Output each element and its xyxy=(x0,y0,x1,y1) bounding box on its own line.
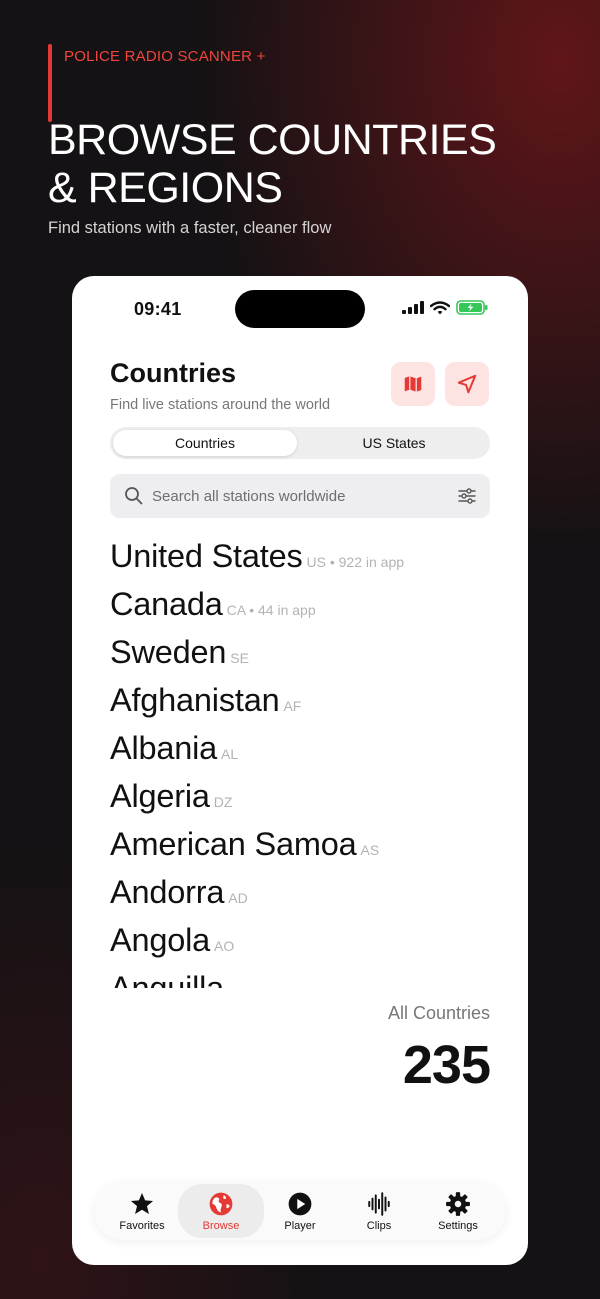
map-view-button[interactable] xyxy=(391,362,435,406)
total-count: 235 xyxy=(402,1035,491,1095)
country-meta: SE xyxy=(230,650,249,666)
country-meta: AD xyxy=(228,890,248,906)
page-title: Countries xyxy=(110,358,237,388)
country-name: Canada xyxy=(110,586,223,622)
waveform-icon xyxy=(368,1191,390,1216)
country-meta: AL xyxy=(221,746,239,762)
search-bar xyxy=(110,474,490,518)
country-row[interactable]: Afghanistan AF xyxy=(110,682,301,730)
tab-player[interactable]: Player xyxy=(260,1182,340,1240)
accent-bar xyxy=(48,44,52,122)
tab-label: Clips xyxy=(366,1219,392,1232)
country-list: United States US • 922 in app Canada CA • … xyxy=(110,538,510,988)
tab-favorites[interactable]: Favorites xyxy=(102,1182,182,1240)
dynamic-island xyxy=(235,290,365,328)
segment-countries[interactable]: Countries xyxy=(113,430,297,456)
signal-icon xyxy=(402,301,424,314)
status-icons xyxy=(402,300,488,315)
country-meta: AF xyxy=(283,698,302,714)
play-icon xyxy=(288,1192,312,1215)
search-input[interactable] xyxy=(152,474,442,518)
tab-settings[interactable]: Settings xyxy=(418,1182,498,1240)
country-meta: CA • 44 in app xyxy=(226,602,316,618)
country-meta: US • 922 in app xyxy=(306,554,405,570)
country-name: Andorra xyxy=(110,874,225,910)
map-icon xyxy=(404,376,422,392)
tab-label: Browse xyxy=(202,1219,240,1232)
globe-icon xyxy=(209,1192,233,1215)
country-row[interactable]: Sweden SE xyxy=(110,634,249,682)
battery-icon xyxy=(456,300,488,315)
country-row[interactable]: Algeria DZ xyxy=(110,778,232,826)
country-name: United States xyxy=(110,538,303,574)
tab-browse[interactable]: Browse xyxy=(178,1184,264,1238)
tab-label: Favorites xyxy=(119,1219,165,1232)
wifi-icon xyxy=(430,300,450,314)
segmented-control: Countries US States xyxy=(110,427,490,459)
phone-screen: 09:41 Countries Find live stations aroun… xyxy=(72,276,528,1265)
filter-sliders-icon[interactable] xyxy=(458,487,476,505)
tab-bar: Favorites Browse Player Clips Settings xyxy=(94,1182,506,1240)
country-row[interactable]: Angola AO xyxy=(110,922,234,970)
page-header: Countries Find live stations around the … xyxy=(110,358,330,413)
segment-us-states[interactable]: US States xyxy=(302,430,486,456)
app-name: POLICE RADIO SCANNER + xyxy=(64,48,266,65)
country-row[interactable]: Andorra AD xyxy=(110,874,248,922)
promo-subline: Find stations with a faster, cleaner flo… xyxy=(48,219,332,237)
country-row[interactable]: American Samoa AS xyxy=(110,826,379,874)
gear-icon xyxy=(446,1191,470,1216)
country-meta: AO xyxy=(214,938,235,954)
status-bar: 09:41 xyxy=(72,276,528,340)
country-name: American Samoa xyxy=(110,826,357,862)
search-icon xyxy=(125,487,143,505)
status-time: 09:41 xyxy=(134,299,182,319)
country-row[interactable]: Albania AL xyxy=(110,730,238,778)
promo-headline: BROWSE COUNTRIES & REGIONS xyxy=(48,116,497,212)
country-name: Albania xyxy=(110,730,218,766)
country-meta: AS xyxy=(360,842,380,858)
tab-clips[interactable]: Clips xyxy=(339,1182,419,1240)
country-name: Sweden xyxy=(110,634,227,670)
tab-label: Settings xyxy=(438,1219,478,1232)
page-subtitle: Find live stations around the world xyxy=(110,397,331,413)
country-row[interactable]: Canada CA • 44 in app xyxy=(110,586,316,634)
location-arrow-icon xyxy=(457,374,477,394)
country-name: Anguilla xyxy=(110,970,225,988)
headline-line-2: & REGIONS xyxy=(48,164,283,212)
country-meta: AI xyxy=(228,986,241,988)
tab-label: Player xyxy=(284,1219,316,1232)
country-row[interactable]: United States US • 922 in app xyxy=(110,538,404,586)
country-meta: DZ xyxy=(213,794,233,810)
headline-line-1: BROWSE COUNTRIES xyxy=(48,116,497,164)
country-name: Algeria xyxy=(110,778,210,814)
country-name: Afghanistan xyxy=(110,682,280,718)
country-row[interactable]: AnguillaAI xyxy=(110,970,241,988)
country-name: Angola xyxy=(110,922,210,958)
locate-me-button[interactable] xyxy=(445,362,489,406)
star-icon xyxy=(130,1192,154,1214)
total-label: All Countries xyxy=(387,1003,490,1023)
